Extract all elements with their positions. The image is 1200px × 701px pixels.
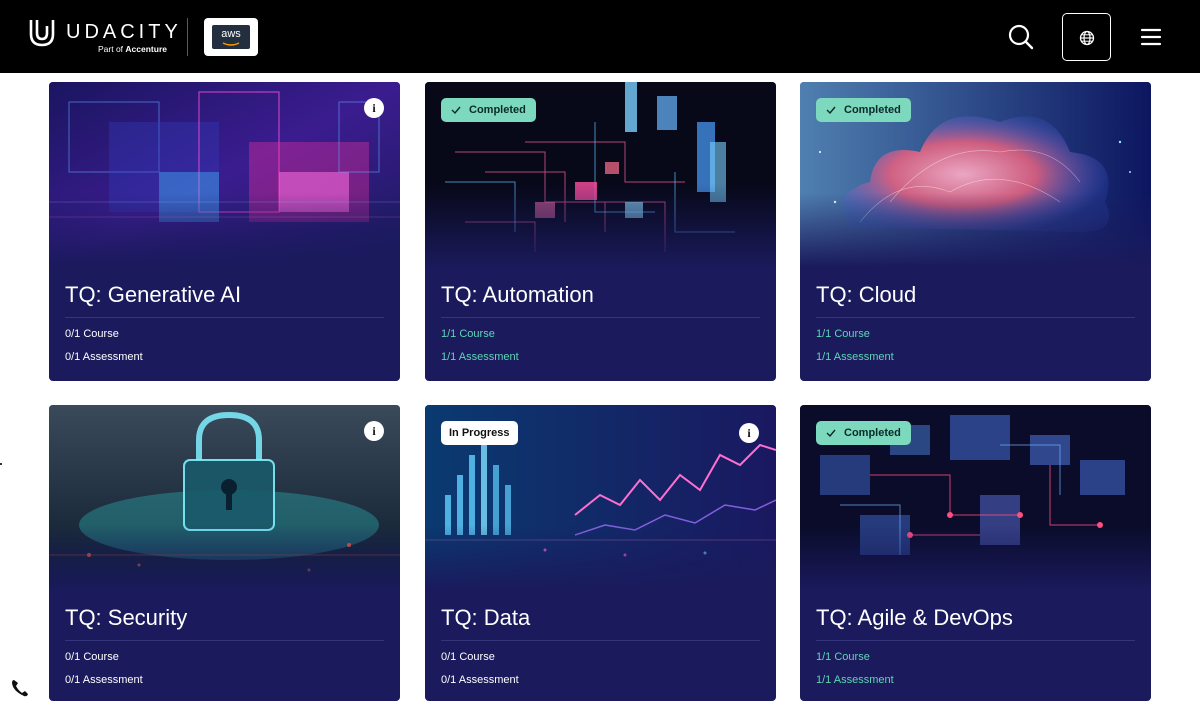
card-divider	[65, 640, 384, 641]
card-title: TQ: Data	[441, 605, 531, 630]
course-card-agile-devops[interactable]: Completed TQ: Agile & DevOps 1/1 Course …	[800, 405, 1151, 701]
info-icon[interactable]: i	[739, 423, 759, 443]
course-progress: 1/1 Course	[441, 328, 495, 340]
badge-label: Completed	[844, 427, 901, 439]
course-card-security[interactable]: i TQ: Security 0/1 Course 0/1 Assessment	[49, 405, 400, 701]
card-divider	[441, 640, 760, 641]
card-title: TQ: Security	[65, 605, 188, 630]
card-title: TQ: Automation	[441, 282, 594, 307]
card-divider	[816, 640, 1135, 641]
badge-label: Completed	[844, 104, 901, 116]
checkmark-icon	[826, 106, 836, 115]
brand-name: UDACITY	[66, 21, 182, 43]
course-progress: 0/1 Course	[441, 651, 495, 663]
aws-partner-logo: aws	[204, 18, 258, 56]
card-title: TQ: Agile & DevOps	[816, 605, 1013, 630]
top-navigation-bar: UDACITY Part of Accenture aws	[0, 0, 1200, 73]
hamburger-menu-icon	[1140, 28, 1162, 46]
completed-badge: Completed	[816, 421, 911, 445]
checkmark-icon	[451, 106, 461, 115]
course-progress: 1/1 Course	[816, 651, 870, 663]
card-image-generative-ai	[49, 82, 400, 267]
course-card-automation[interactable]: Completed TQ: Automation 1/1 Course 1/1 …	[425, 82, 776, 381]
assessment-progress: 1/1 Assessment	[816, 674, 894, 686]
assessment-progress: 0/1 Assessment	[65, 351, 143, 363]
card-title: TQ: Cloud	[816, 282, 917, 307]
checkmark-icon	[826, 429, 836, 438]
course-card-data[interactable]: In Progress i TQ: Data 0/1 Course 0/1 As…	[425, 405, 776, 701]
card-title: TQ: Generative AI	[65, 282, 242, 307]
brand-subtitle: Part of Accenture	[98, 44, 167, 54]
completed-badge: Completed	[816, 98, 911, 122]
udacity-logo-mark-icon	[29, 20, 55, 47]
aws-smile-icon	[222, 42, 240, 46]
info-icon[interactable]: i	[364, 98, 384, 118]
logo-divider	[187, 18, 188, 56]
card-divider	[65, 317, 384, 318]
hamburger-menu-button[interactable]	[1139, 25, 1163, 49]
course-progress: 0/1 Course	[65, 651, 119, 663]
course-card-cloud[interactable]: Completed TQ: Cloud 1/1 Course 1/1 Asses…	[800, 82, 1151, 381]
search-button[interactable]	[1006, 22, 1036, 52]
assessment-progress: 0/1 Assessment	[441, 674, 519, 686]
course-progress: 1/1 Course	[816, 328, 870, 340]
badge-label: Completed	[469, 104, 526, 116]
search-icon	[1008, 24, 1034, 50]
language-button[interactable]	[1062, 13, 1111, 61]
course-card-generative-ai[interactable]: i TQ: Generative AI 0/1 Course 0/1 Asses…	[49, 82, 400, 381]
card-image-security	[49, 405, 400, 590]
card-divider	[441, 317, 760, 318]
assessment-progress: 1/1 Assessment	[816, 351, 894, 363]
aws-logo-mark: aws	[212, 25, 250, 49]
info-icon[interactable]: i	[364, 421, 384, 441]
phone-icon[interactable]	[10, 678, 30, 698]
globe-icon	[1079, 30, 1095, 46]
card-divider	[816, 317, 1135, 318]
in-progress-badge: In Progress	[441, 421, 518, 445]
assessment-progress: 1/1 Assessment	[441, 351, 519, 363]
aws-logo-text: aws	[221, 28, 241, 40]
assessment-progress: 0/1 Assessment	[65, 674, 143, 686]
completed-badge: Completed	[441, 98, 536, 122]
edge-marker	[0, 463, 2, 465]
course-progress: 0/1 Course	[65, 328, 119, 340]
